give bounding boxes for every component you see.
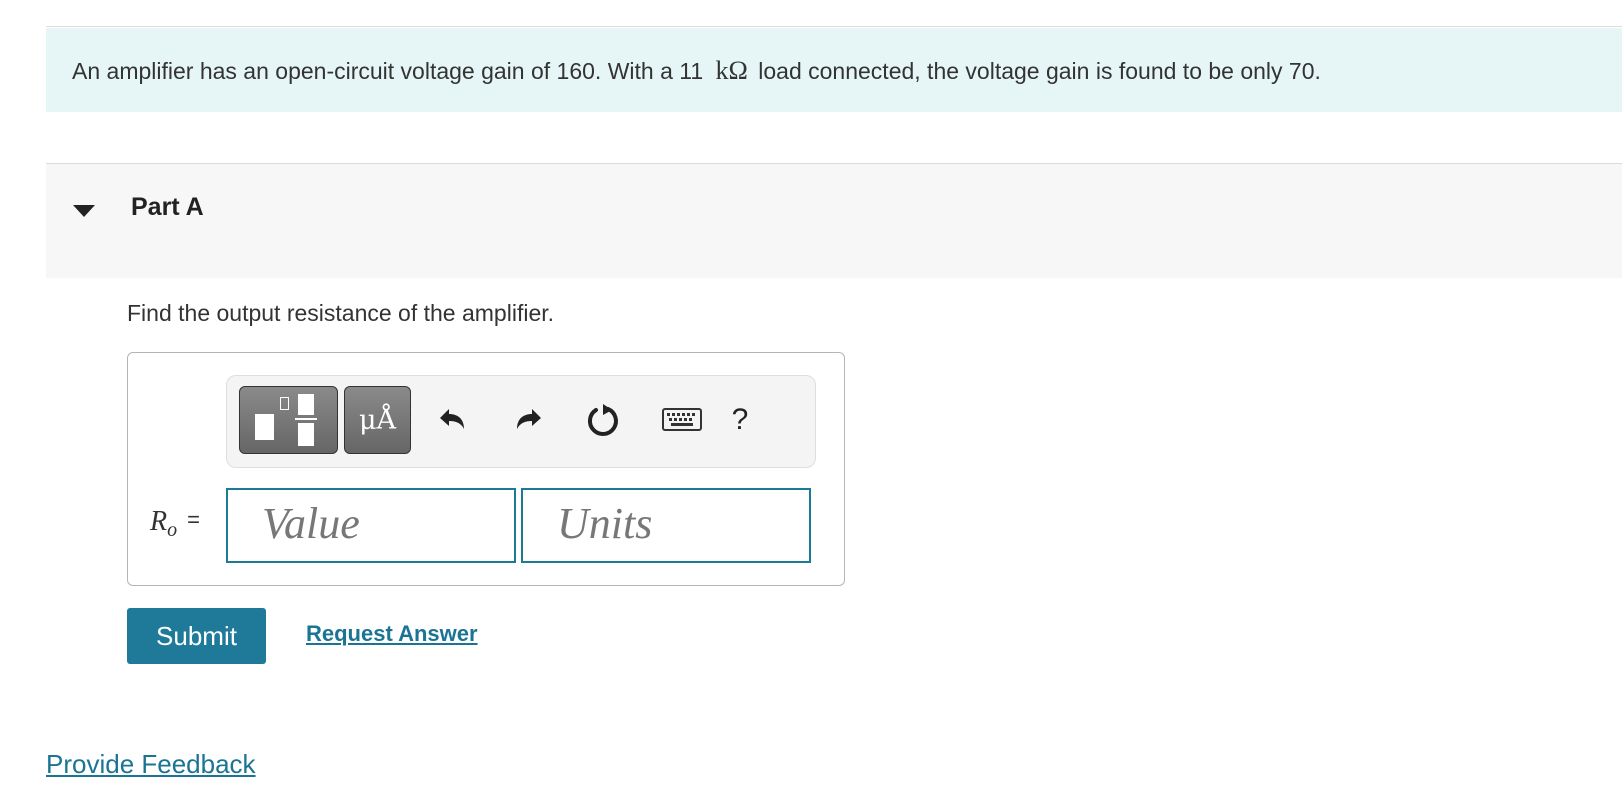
variable-label: Ro = (150, 505, 200, 542)
provide-feedback-link[interactable]: Provide Feedback (46, 749, 256, 780)
part-a-header[interactable]: Part A (46, 164, 1622, 278)
redo-button[interactable] (507, 398, 549, 442)
problem-text: An amplifier has an open-circuit voltage… (72, 56, 1321, 86)
top-divider (46, 26, 1622, 27)
submit-button[interactable]: Submit (127, 608, 266, 664)
problem-unit: kΩ (715, 56, 748, 85)
templates-button[interactable] (239, 386, 338, 454)
units-button-label: μÅ (358, 405, 397, 436)
answer-box: μÅ ? Ro = Value Units (127, 352, 845, 586)
reset-button[interactable] (582, 398, 624, 442)
problem-text-after: load connected, the voltage gain is foun… (758, 58, 1321, 84)
reset-icon (588, 404, 618, 436)
math-toolbar: μÅ ? (226, 375, 816, 468)
units-button[interactable]: μÅ (344, 386, 411, 454)
question-text: Find the output resistance of the amplif… (127, 300, 555, 326)
variable-subscript: o (167, 519, 178, 541)
equals-sign: = (187, 507, 200, 532)
page: An amplifier has an open-circuit voltage… (0, 0, 1622, 796)
redo-icon (517, 409, 541, 429)
problem-text-before: An amplifier has an open-circuit voltage… (72, 58, 704, 84)
problem-statement: An amplifier has an open-circuit voltage… (46, 28, 1622, 112)
caret-down-icon[interactable] (73, 205, 95, 217)
request-answer-link[interactable]: Request Answer (306, 621, 478, 647)
variable-symbol: R (150, 506, 168, 537)
units-input[interactable]: Units (521, 488, 811, 563)
value-input[interactable]: Value (226, 488, 516, 563)
keyboard-icon (662, 408, 702, 431)
undo-icon (440, 409, 464, 429)
keyboard-button[interactable] (661, 398, 703, 442)
undo-button[interactable] (432, 398, 474, 442)
part-title: Part A (131, 193, 204, 221)
help-button[interactable]: ? (719, 398, 761, 442)
